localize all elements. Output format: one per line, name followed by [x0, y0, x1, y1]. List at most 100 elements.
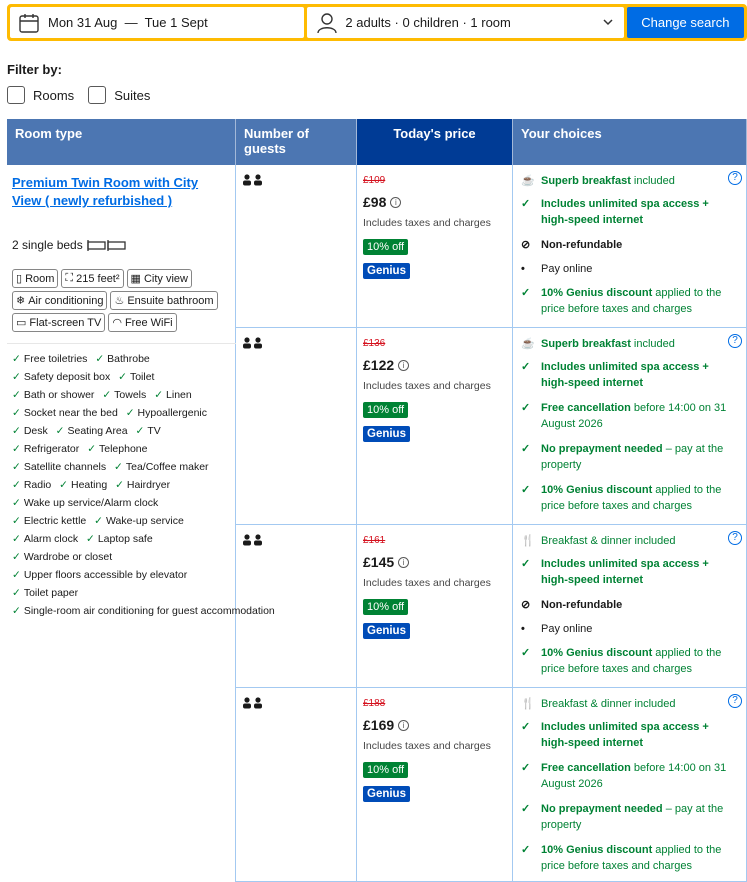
chevron-down-icon: [603, 19, 613, 26]
change-search-button[interactable]: Change search: [626, 7, 745, 38]
amenity-item: ✓ Bath or shower: [12, 389, 95, 401]
check-icon: ✓: [154, 389, 164, 401]
taxes-note: Includes taxes and charges: [363, 740, 491, 752]
choice-item: • Pay online: [521, 263, 593, 275]
area-icon: ⛶: [65, 272, 74, 284]
guests-selector[interactable]: 2 adults · 0 children · 1 room: [307, 7, 624, 38]
coffee-icon: ☕: [521, 175, 535, 187]
discount-badge: 10% off: [363, 402, 409, 418]
check-icon: ✓: [94, 515, 103, 527]
check-icon: ✓: [135, 425, 145, 437]
date-range: Mon 31 Aug — Tue 1 Sept: [48, 15, 208, 30]
facility-chip: ◠ Free WiFi: [108, 313, 177, 332]
original-price: £136: [363, 338, 386, 349]
choices-cell: ? 🍴 Breakfast & dinner included ✓ Includes u…: [513, 525, 747, 687]
check-icon: ✓: [521, 721, 531, 733]
check-icon: ✓: [521, 484, 531, 496]
facility-chip: ▯ Room: [12, 269, 59, 288]
two-guests-icon: [243, 534, 262, 546]
date-picker[interactable]: Mon 31 Aug — Tue 1 Sept: [10, 7, 305, 38]
check-icon: ✓: [12, 443, 21, 455]
choice-item: ☕ Superb breakfast included: [521, 338, 675, 350]
amenity-item: ✓ Hypoallergenic: [125, 407, 207, 419]
info-icon[interactable]: i: [398, 556, 410, 568]
guests-summary: 2 adults · 0 children · 1 room: [345, 15, 511, 30]
door-icon: ▯: [16, 273, 23, 285]
header-room-type: Room type: [7, 119, 236, 165]
filter-options: Rooms Suites: [7, 86, 156, 104]
choice-item: ✓ Free cancellation before 14:00 on 31 Au…: [521, 762, 727, 790]
original-price: £188: [363, 698, 386, 709]
choice-item: ✓ Includes unlimited spa access + high-sp…: [521, 198, 709, 226]
bed-icon: [87, 240, 126, 251]
room-type-cell: Premium Twin Room with City View ( newly…: [7, 165, 275, 882]
info-icon[interactable]: i: [398, 719, 410, 731]
check-icon: ✓: [59, 479, 68, 491]
choice-item: 🍴 Breakfast & dinner included: [521, 698, 676, 710]
genius-badge: Genius: [363, 426, 410, 442]
original-price: £109: [363, 175, 386, 186]
amenity-item: ✓ Wake up service/Alarm clock: [12, 497, 159, 509]
check-icon: ✓: [12, 389, 21, 401]
amenity-item: ✓ Toilet: [118, 371, 155, 383]
check-icon: ✓: [521, 361, 531, 373]
suites-checkbox[interactable]: [88, 86, 107, 104]
calendar-icon: [19, 13, 39, 33]
choice-item: ✓ No prepayment needed – pay at the prope…: [521, 803, 724, 831]
discount-badge: 10% off: [363, 762, 409, 778]
check-icon: ✓: [95, 353, 105, 365]
bullet-icon: •: [521, 263, 525, 275]
check-icon: ✓: [521, 762, 531, 774]
check-icon: ✓: [521, 558, 531, 570]
info-icon[interactable]: i: [390, 196, 402, 208]
original-price: £161: [363, 535, 386, 546]
amenity-item: ✓ Upper floors accessible by elevator: [12, 569, 188, 581]
check-icon: ✓: [521, 402, 531, 414]
choice-item: ✓ Free cancellation before 14:00 on 31 Au…: [521, 402, 727, 430]
check-icon: ✓: [12, 371, 21, 383]
amenity-item: ✓ Telephone: [87, 443, 148, 455]
check-icon: ✓: [12, 425, 21, 437]
choice-item: ✓ 10% Genius discount applied to the pric…: [521, 647, 722, 675]
room-name-link[interactable]: Premium Twin Room with City View ( newly…: [12, 174, 212, 210]
check-icon: ✓: [12, 605, 21, 617]
facility-chip: ❄ Air conditioning: [12, 291, 108, 310]
offer-row: £161 £145 i Includes taxes and charges 10% o…: [236, 525, 747, 688]
facility-chip: ▭ Flat-screen TV: [12, 313, 106, 332]
search-bar: Mon 31 Aug — Tue 1 Sept 2 adults · 0 chi…: [7, 4, 747, 41]
check-icon: ✓: [86, 533, 95, 545]
current-price: £145 i: [363, 554, 410, 570]
discount-badge: 10% off: [363, 239, 409, 255]
check-icon: ✓: [521, 647, 531, 659]
amenity-item: ✓ Refrigerator: [12, 443, 80, 455]
header-price: Today's price: [357, 119, 513, 165]
current-price: £98 i: [363, 194, 402, 210]
offer-row: £136 £122 i Includes taxes and charges 10% o…: [236, 328, 747, 525]
info-icon[interactable]: i: [398, 359, 410, 371]
price-cell: £161 £145 i Includes taxes and charges 10% o…: [357, 525, 513, 687]
facility-chip: ♨ Ensuite bathroom: [110, 291, 218, 310]
check-icon: ✓: [521, 803, 531, 815]
check-icon: ✓: [12, 461, 21, 473]
check-icon: ✓: [114, 461, 123, 473]
header-guests: Number of guests: [236, 119, 357, 165]
filter-suites[interactable]: Suites: [88, 86, 150, 104]
city-icon: ▦: [130, 273, 141, 285]
amenity-item: ✓ Wardrobe or closet: [12, 551, 113, 563]
guests-cell: [236, 688, 357, 881]
choice-item: ✓ 10% Genius discount applied to the pric…: [521, 844, 722, 872]
check-icon: ✓: [118, 371, 127, 383]
coffee-icon: ☕: [521, 338, 535, 350]
rooms-checkbox[interactable]: [7, 86, 25, 104]
check-icon: ✓: [12, 479, 21, 491]
two-guests-icon: [243, 174, 262, 186]
choice-item: ✓ 10% Genius discount applied to the pric…: [521, 287, 722, 315]
guests-cell: [236, 165, 357, 327]
check-icon: ✓: [102, 389, 112, 401]
choice-item: ✓ Includes unlimited spa access + high-sp…: [521, 361, 709, 389]
genius-badge: Genius: [363, 263, 410, 279]
discount-badge: 10% off: [363, 599, 409, 615]
filter-rooms[interactable]: Rooms: [7, 86, 74, 104]
price-cell: £188 £169 i Includes taxes and charges 10% o…: [357, 688, 513, 881]
guests-cell: [236, 328, 357, 524]
